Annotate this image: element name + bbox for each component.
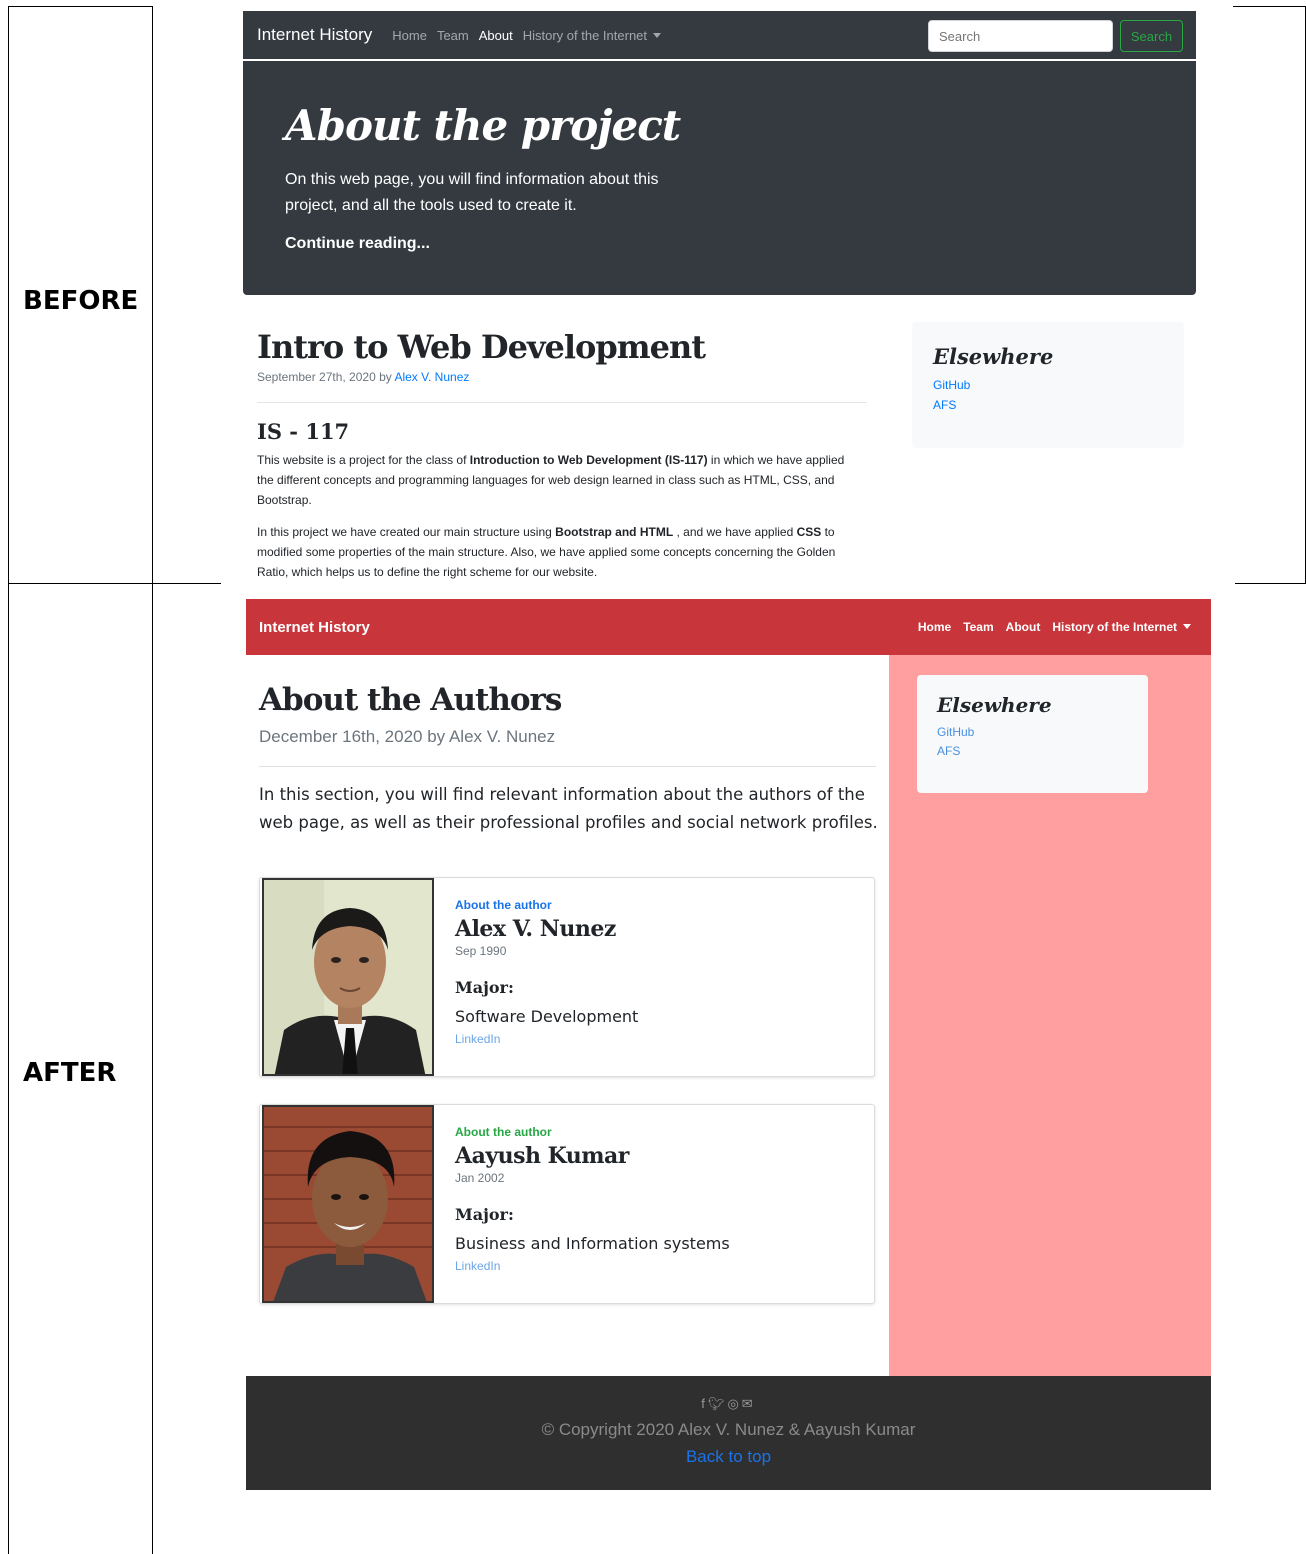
jumbotron-text: On this web page, you will find informat… xyxy=(285,171,659,214)
table-border-top-right xyxy=(1233,6,1306,7)
author-kicker: About the author xyxy=(455,1125,552,1139)
table-border-top xyxy=(8,6,153,7)
table-row-divider xyxy=(8,583,153,584)
search-input[interactable] xyxy=(928,20,1113,52)
before-screenshot: Internet History Home Team About History… xyxy=(193,6,1233,582)
table-border-left xyxy=(8,6,9,1554)
major-value: Business and Information systems xyxy=(455,1234,730,1253)
author-card-aayush: About the author Aayush Kumar Jan 2002 M… xyxy=(259,1104,875,1304)
linkedin-link[interactable]: LinkedIn xyxy=(455,1259,730,1273)
afs-link[interactable]: AFS xyxy=(937,742,1128,761)
search-button[interactable]: Search xyxy=(1120,20,1183,52)
divider xyxy=(259,766,876,767)
author-date: Sep 1990 xyxy=(455,944,507,958)
portrait-image xyxy=(264,1107,432,1301)
page-title: About the Authors xyxy=(259,682,562,718)
main-content: About the Authors December 16th, 2020 by… xyxy=(246,655,889,1376)
sidebar-elsewhere: Elsewhere GitHub AFS xyxy=(912,322,1184,448)
table-row-divider-mid xyxy=(153,583,221,584)
navbar-brand[interactable]: Internet History xyxy=(257,25,372,45)
copyright-text: © Copyright 2020 Alex V. Nunez & Aayush … xyxy=(541,1420,916,1439)
nav-home[interactable]: Home xyxy=(918,620,951,634)
jumbotron: About the project On this web page, you … xyxy=(243,61,1196,295)
post-meta: December 16th, 2020 by Alex V. Nunez xyxy=(259,727,556,746)
before-label: BEFORE xyxy=(23,286,139,316)
navbar: Internet History Home Team About History… xyxy=(243,11,1196,59)
sidebar-title: Elsewhere xyxy=(933,344,1054,369)
author-photo-aayush xyxy=(262,1105,434,1303)
post-subtitle: IS - 117 xyxy=(257,419,350,444)
post-paragraph-2: In this project we have created our main… xyxy=(257,525,836,579)
nav-team[interactable]: Team xyxy=(963,620,993,634)
navbar-brand[interactable]: Internet History xyxy=(259,619,370,636)
divider xyxy=(257,402,867,403)
author-link[interactable]: Alex V. Nunez xyxy=(394,370,469,384)
twitter-icon[interactable]: 🐦︎ xyxy=(708,1396,728,1411)
back-to-top-link[interactable]: Back to top xyxy=(246,1447,1211,1467)
nav-team[interactable]: Team xyxy=(437,28,469,43)
author-name: Aayush Kumar xyxy=(455,1143,629,1169)
post-meta: September 27th, 2020 by Alex V. Nunez xyxy=(257,370,867,384)
caret-down-icon xyxy=(1183,624,1191,629)
afs-link[interactable]: AFS xyxy=(933,395,1163,415)
nav-history-dropdown[interactable]: History of the Internet xyxy=(1052,620,1191,634)
author-info: About the author Alex V. Nunez Sep 1990 … xyxy=(455,898,638,1046)
facebook-icon[interactable]: f xyxy=(701,1396,708,1411)
blog-post: Intro to Web Development September 27th,… xyxy=(257,328,867,582)
major-value: Software Development xyxy=(455,1007,639,1026)
sidebar-title: Elsewhere xyxy=(937,693,1052,717)
github-link[interactable]: GitHub xyxy=(933,375,1163,395)
footer: f🐦︎◎✉ © Copyright 2020 Alex V. Nunez & A… xyxy=(246,1376,1211,1490)
instagram-icon[interactable]: ◎ xyxy=(727,1396,741,1411)
post-title: Intro to Web Development xyxy=(257,328,706,366)
continue-reading-link[interactable]: Continue reading... xyxy=(285,235,430,253)
sidebar-elsewhere: Elsewhere GitHub AFS xyxy=(917,675,1148,793)
author-kicker: About the author xyxy=(455,898,552,912)
after-label: AFTER xyxy=(23,1058,117,1088)
major-label: Major: xyxy=(455,978,514,997)
author-card-alex: About the author Alex V. Nunez Sep 1990 … xyxy=(259,877,875,1077)
nav-home[interactable]: Home xyxy=(392,28,427,43)
major-label: Major: xyxy=(455,1205,514,1224)
portrait-image xyxy=(264,880,432,1074)
linkedin-link[interactable]: LinkedIn xyxy=(455,1032,638,1046)
nav-about[interactable]: About xyxy=(479,28,513,43)
nav-history-label: History of the Internet xyxy=(1052,620,1177,634)
social-icons: f🐦︎◎✉ xyxy=(246,1396,1211,1412)
author-date: Jan 2002 xyxy=(455,1171,505,1185)
author-name: Alex V. Nunez xyxy=(455,916,616,942)
caret-down-icon xyxy=(653,32,662,38)
nav-links: Home Team About History of the Internet xyxy=(906,620,1191,634)
author-info: About the author Aayush Kumar Jan 2002 M… xyxy=(455,1125,730,1273)
nav-history-dropdown[interactable]: History of the Internet xyxy=(522,27,662,43)
nav-about[interactable]: About xyxy=(1006,620,1041,634)
table-row-divider-right xyxy=(1235,583,1306,584)
envelope-icon[interactable]: ✉ xyxy=(742,1396,756,1411)
jumbotron-title: About the project xyxy=(285,101,681,150)
table-divider-vertical xyxy=(152,6,153,1554)
after-navbar: Internet History Home Team About History… xyxy=(246,599,1211,655)
intro-paragraph: In this section, you will find relevant … xyxy=(259,785,878,832)
post-paragraph-1: This website is a project for the class … xyxy=(257,453,845,507)
post-date: September 27th, 2020 by xyxy=(257,370,392,384)
author-photo-alex xyxy=(262,878,434,1076)
github-link[interactable]: GitHub xyxy=(937,723,1128,742)
nav-history-label: History of the Internet xyxy=(522,27,648,43)
